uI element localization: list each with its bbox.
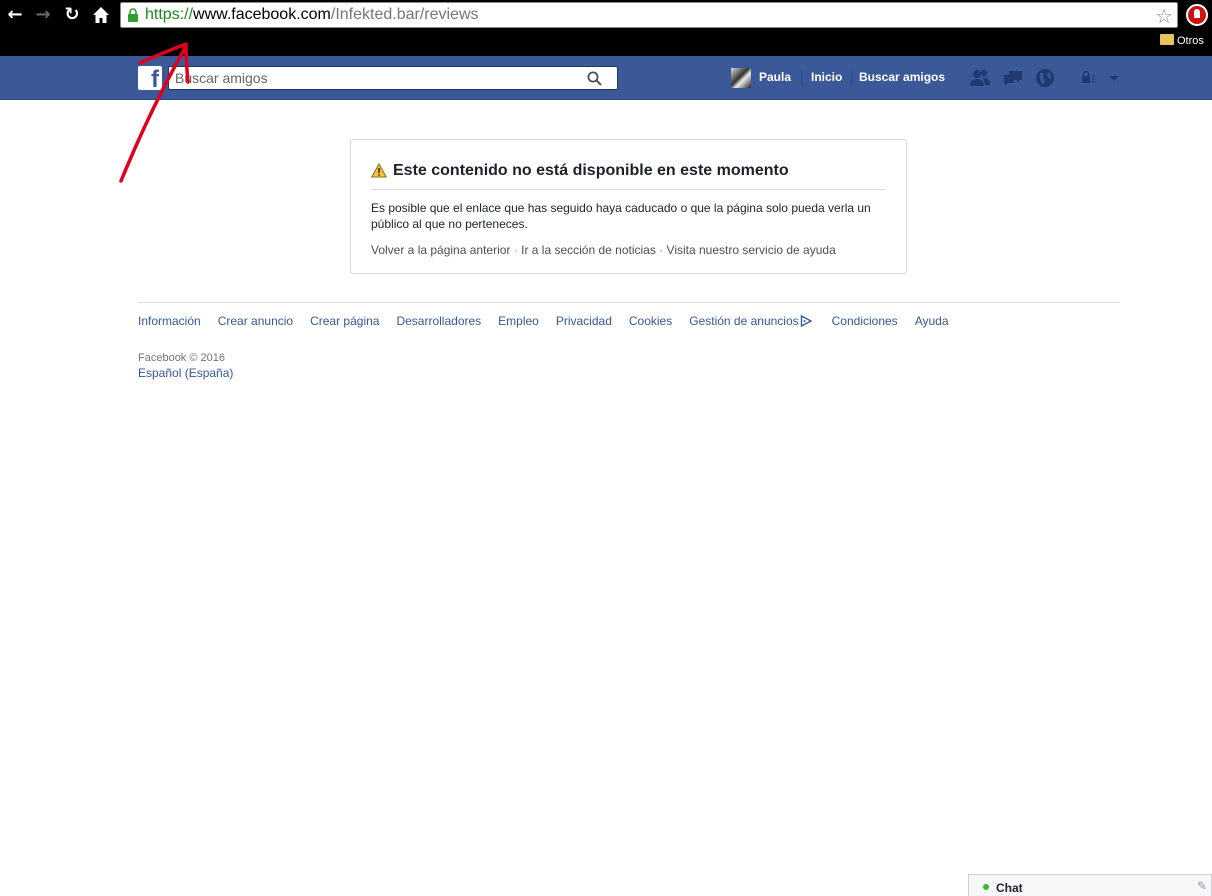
arrow-left-icon: ← xyxy=(7,4,23,25)
facebook-logo-letter: f xyxy=(151,66,159,93)
avatar[interactable] xyxy=(731,68,751,88)
search-box xyxy=(168,66,618,90)
home-link[interactable]: Inicio xyxy=(811,70,842,84)
search-icon xyxy=(587,71,602,86)
footer-link-create-ad[interactable]: Crear anuncio xyxy=(218,314,293,328)
lock-icon xyxy=(128,8,138,22)
home-button[interactable] xyxy=(90,4,112,26)
notice-message: Es posible que el enlace que has seguido… xyxy=(371,201,871,231)
notifications-globe-icon[interactable] xyxy=(1034,68,1056,88)
footer-nav: Información Crear anuncio Crear página Desa… xyxy=(138,314,966,328)
url-protocol: https:// xyxy=(145,6,194,23)
link-separator: · xyxy=(655,243,667,257)
bookmark-star-icon[interactable]: ☆ xyxy=(1155,4,1173,28)
profile-link[interactable]: Paula xyxy=(759,70,791,84)
footer-link-information[interactable]: Información xyxy=(138,314,201,328)
forward-button[interactable]: → xyxy=(32,4,54,26)
footer-link-ad-choices[interactable]: Gestión de anuncios xyxy=(689,314,812,328)
chat-tab[interactable]: Chat ✎ xyxy=(968,874,1212,896)
url-text[interactable]: https://www.facebook.com/Infekted.bar/re… xyxy=(145,6,479,24)
online-status-dot xyxy=(983,884,989,890)
url-host: www.facebook.com xyxy=(193,6,331,23)
nav-divider xyxy=(801,70,802,86)
compose-icon[interactable]: ✎ xyxy=(1197,879,1207,893)
warning-icon xyxy=(371,163,387,178)
footer-link-create-page[interactable]: Crear página xyxy=(310,314,379,328)
search-button[interactable] xyxy=(573,67,617,89)
footer-link-careers[interactable]: Empleo xyxy=(498,314,539,328)
reload-button[interactable]: ↻ xyxy=(61,4,83,26)
link-separator: · xyxy=(510,243,522,257)
language-selector[interactable]: Español (España) xyxy=(138,366,233,380)
help-center-link[interactable]: Visita nuestro servicio de ayuda xyxy=(667,243,836,257)
copyright: Facebook © 2016 xyxy=(138,352,225,364)
go-back-link[interactable]: Volver a la página anterior xyxy=(371,243,510,257)
bookmarks-folder[interactable]: Otros xyxy=(1160,34,1204,47)
folder-icon xyxy=(1160,34,1174,45)
browser-toolbar: ← → ↻ https://www.facebook.com/Infekted.… xyxy=(0,0,1212,56)
ad-choices-label: Gestión de anuncios xyxy=(689,314,799,328)
search-input[interactable] xyxy=(175,70,575,86)
footer-link-cookies[interactable]: Cookies xyxy=(629,314,672,328)
url-path: /Infekted.bar/reviews xyxy=(330,6,479,23)
news-feed-link[interactable]: Ir a la sección de noticias xyxy=(521,243,656,257)
friend-requests-icon[interactable] xyxy=(969,68,991,88)
arrow-right-icon: → xyxy=(35,4,51,25)
reload-icon: ↻ xyxy=(64,4,80,25)
footer-link-terms[interactable]: Condiciones xyxy=(832,314,898,328)
notice-title: Este contenido no está disponible en est… xyxy=(393,162,789,179)
bookmarks-folder-label: Otros xyxy=(1177,35,1204,47)
address-bar[interactable]: https://www.facebook.com/Infekted.bar/re… xyxy=(120,2,1178,28)
footer-link-help[interactable]: Ayuda xyxy=(915,314,949,328)
facebook-header: f Paula Inicio Buscar amigos xyxy=(0,56,1212,100)
chat-label: Chat xyxy=(996,881,1023,895)
notice-links: Volver a la página anterior · Ir a la se… xyxy=(371,243,836,257)
extension-icon[interactable] xyxy=(1186,4,1208,26)
privacy-shortcuts-menu[interactable] xyxy=(1081,70,1121,86)
footer-divider xyxy=(138,302,1120,303)
find-friends-link[interactable]: Buscar amigos xyxy=(859,70,945,84)
divider xyxy=(371,189,886,190)
content-unavailable-box: Este contenido no está disponible en est… xyxy=(350,139,907,274)
back-button[interactable]: ← xyxy=(4,4,26,26)
facebook-logo[interactable]: f xyxy=(138,66,162,93)
home-icon xyxy=(93,7,109,23)
ad-choices-icon xyxy=(800,315,812,327)
nav-divider xyxy=(851,70,852,86)
messages-icon[interactable] xyxy=(1002,68,1024,88)
footer-link-privacy[interactable]: Privacidad xyxy=(556,314,612,328)
footer-link-developers[interactable]: Desarrolladores xyxy=(396,314,481,328)
